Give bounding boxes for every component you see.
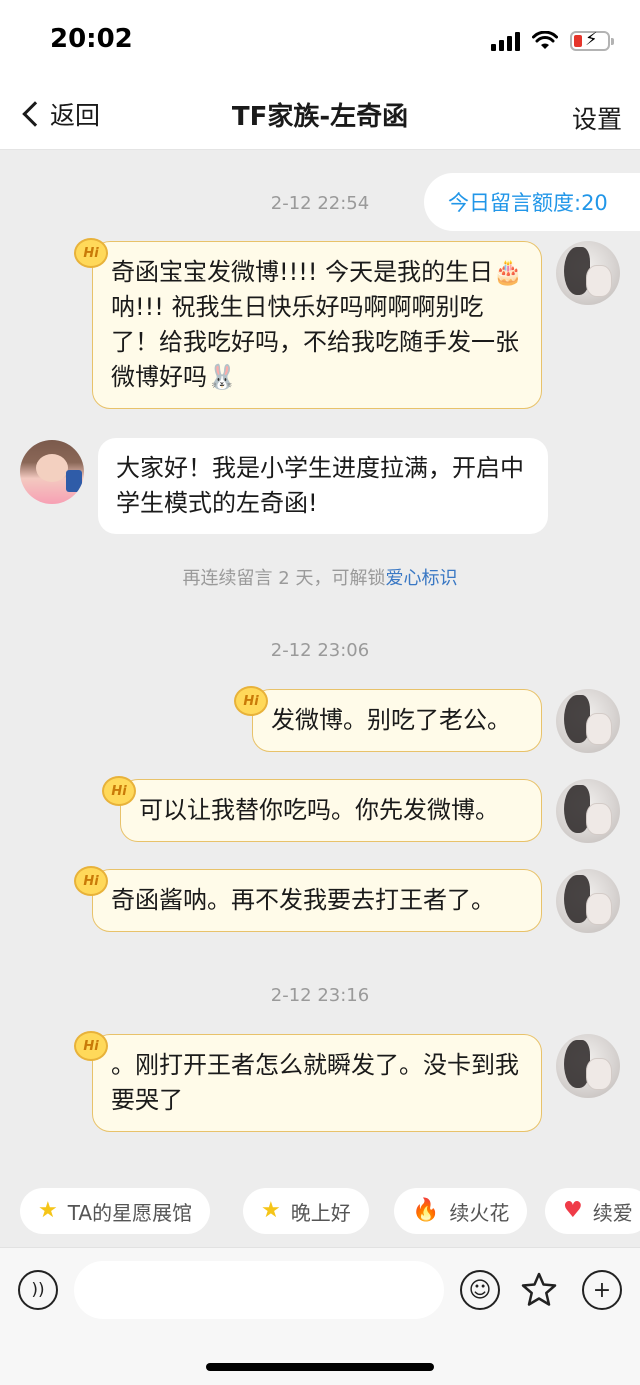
plus-icon: + [592,1277,612,1303]
hi-badge-icon: Hi [74,1031,108,1061]
chip-continue-spark[interactable]: 🔥 续火花 [394,1188,528,1234]
sticker-button[interactable] [519,1270,559,1310]
voice-input-button[interactable]: )) [18,1270,58,1310]
contact-message-bubble[interactable]: 大家好！我是小学生进度拉满，开启中学生模式的左奇函! [98,438,548,534]
more-actions-button[interactable]: + [582,1270,622,1310]
star-icon: ★ [38,1198,58,1223]
star-icon: ★ [261,1198,281,1223]
star-outline-icon [521,1272,557,1306]
message-timestamp: 2-12 23:06 [270,640,370,661]
status-time: 20:02 [50,24,133,54]
chip-star-gallery[interactable]: ★ TA的星愿展馆 [20,1188,211,1234]
my-avatar[interactable] [556,1034,620,1098]
settings-button[interactable]: 设置 [572,100,622,136]
status-bar: 20:02 ⚡ [0,0,640,80]
page-title: TF家族-左奇函 [231,102,409,132]
my-avatar[interactable] [556,869,620,933]
status-icons: ⚡ [491,28,614,54]
heart-icon: ♥ [563,1198,583,1223]
chip-label: 续爱 [592,1200,633,1225]
my-avatar[interactable] [556,689,620,753]
chip-good-evening[interactable]: ★ 晚上好 [243,1188,369,1234]
hi-badge-icon: Hi [74,866,108,896]
hi-badge-icon: Hi [102,776,136,806]
chip-continue-love[interactable]: ♥ 续爱 [545,1188,640,1234]
quick-action-chips: ★ TA的星愿展馆 ★ 晚上好 🔥 续火花 ♥ 续爱 [0,1188,640,1234]
flame-icon: 🔥 [412,1198,440,1223]
my-message-bubble[interactable]: 。刚打开王者怎么就瞬发了。没卡到我要哭了 [92,1034,542,1132]
input-bar: )) ☺ + [0,1247,640,1385]
heart-badge-link[interactable]: 爱心标识 [385,568,457,589]
hi-badge-icon: Hi [74,238,108,268]
home-indicator [206,1363,434,1371]
my-message-bubble[interactable]: 发微博。别吃了老公。 [252,689,542,752]
my-message-bubble[interactable]: 奇函酱呐。再不发我要去打王者了。 [92,869,542,932]
chip-label: TA的星愿展馆 [67,1200,193,1225]
my-avatar[interactable] [556,779,620,843]
cellular-signal-icon [491,31,520,51]
smiley-icon: ☺ [468,1277,492,1303]
message-timestamp: 2-12 23:16 [270,985,370,1006]
hi-badge-icon: Hi [234,686,268,716]
chip-label: 晚上好 [290,1200,351,1225]
nav-bar: 返回 TF家族-左奇函 设置 [0,80,640,150]
wifi-icon [532,31,558,49]
message-timestamp: 2-12 22:54 [270,193,370,214]
emoji-button[interactable]: ☺ [460,1270,500,1310]
my-message-bubble[interactable]: 奇函宝宝发微博!!!! 今天是我的生日🎂呐!!! 祝我生日快乐好吗啊啊啊别吃了！… [92,241,542,409]
streak-tip: 再连续留言 2 天，可解锁爱心标识 [0,564,640,590]
battery-icon: ⚡ [570,29,614,51]
streak-tip-text: 再连续留言 2 天，可解锁 [182,568,386,589]
my-avatar[interactable] [556,241,620,305]
chip-label: 续火花 [449,1200,510,1225]
message-input[interactable] [74,1261,444,1319]
my-message-bubble[interactable]: 可以让我替你吃吗。你先发微博。 [120,779,542,842]
voice-icon: )) [31,1280,45,1300]
contact-avatar[interactable] [20,440,84,504]
